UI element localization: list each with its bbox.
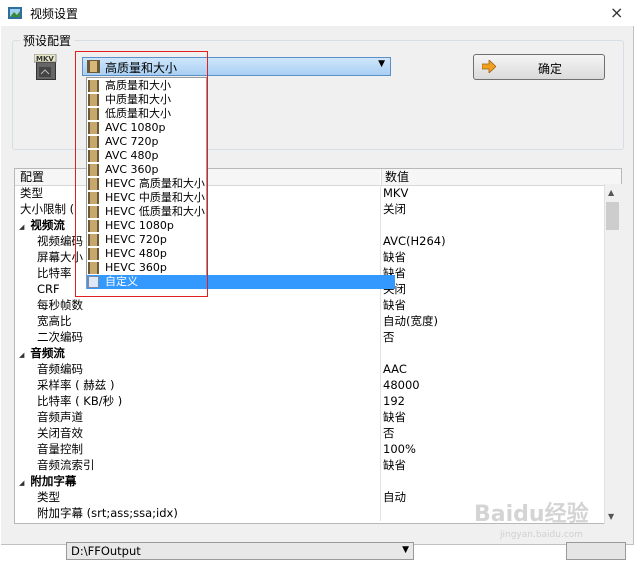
grid-row-value[interactable]: 关闭 — [383, 201, 406, 217]
grid-category-label: 视频流 — [30, 218, 65, 232]
grid-column-separator — [380, 185, 381, 201]
grid-row-value[interactable]: 100% — [383, 441, 416, 457]
grid-category-label: 附加字幕 — [30, 474, 77, 488]
grid-row-name: 附加字幕 (srt;ass;ssa;idx) — [37, 506, 178, 520]
arrow-right-icon — [481, 59, 497, 74]
scroll-up-icon[interactable]: ▲ — [608, 188, 614, 197]
grid-row-name: 音频编码 — [37, 362, 83, 376]
grid-row-name: 比特率 ( KB/秒 ) — [37, 394, 123, 408]
grid-row-name: 音频流索引 — [37, 458, 95, 472]
grid-row[interactable]: 宽高比 自动(宽度) — [15, 313, 605, 329]
grid-column-separator — [380, 329, 381, 345]
mkv-icon-label: MKV — [36, 55, 54, 63]
grid-row[interactable]: 采样率 ( 赫兹 ) 48000 — [15, 377, 605, 393]
grid-category-row[interactable]: ◢ 音频流 — [15, 345, 605, 361]
grid-column-separator — [380, 505, 381, 521]
column-header-value[interactable]: 数值 — [381, 169, 621, 186]
grid-column-separator — [380, 473, 381, 489]
grid-row-value[interactable]: 缺省 — [383, 409, 406, 425]
grid-row-value[interactable]: 自动 — [383, 489, 406, 505]
grid-row-name: 大小限制 ( — [20, 202, 75, 216]
grid-row[interactable]: 二次编码 否 — [15, 329, 605, 345]
grid-column-separator — [380, 457, 381, 473]
grid-row-value[interactable]: 48000 — [383, 377, 420, 393]
grid-column-separator — [380, 249, 381, 265]
chevron-down-icon: ▼ — [402, 545, 409, 555]
grid-row[interactable]: 音频编码 AAC — [15, 361, 605, 377]
grid-category-label: 音频流 — [30, 346, 65, 360]
grid-row-value[interactable]: 缺省 — [383, 249, 406, 265]
grid-row-name: 音量控制 — [37, 442, 83, 456]
title-bar — [0, 0, 635, 26]
grid-category-row[interactable]: ◢ 附加字幕 — [15, 473, 605, 489]
grid-row[interactable]: 音频流索引 缺省 — [15, 457, 605, 473]
grid-row-name: 比特率 — [37, 266, 72, 280]
grid-row-name: 宽高比 — [37, 314, 72, 328]
grid-row[interactable]: 每秒帧数 缺省 — [15, 297, 605, 313]
watermark-text: Baidu经验 — [474, 501, 589, 527]
annotation-highlight-box — [75, 51, 208, 297]
grid-row-value[interactable]: MKV — [383, 185, 408, 201]
grid-column-separator — [380, 345, 381, 361]
grid-row[interactable]: 比特率 ( KB/秒 ) 192 — [15, 393, 605, 409]
grid-column-separator — [380, 441, 381, 457]
grid-row-name: CRF — [37, 282, 60, 296]
chevron-down-icon: ▼ — [378, 59, 385, 69]
collapse-triangle-icon[interactable]: ◢ — [19, 351, 24, 359]
grid-column-separator — [380, 313, 381, 329]
scrollbar-thumb[interactable] — [606, 202, 619, 230]
grid-column-separator — [380, 393, 381, 409]
grid-row-name: 每秒帧数 — [37, 298, 83, 312]
grid-row-name: 类型 — [37, 490, 60, 504]
grid-column-separator — [380, 377, 381, 393]
grid-row-name: 采样率 ( 赫兹 ) — [37, 378, 115, 392]
collapse-triangle-icon[interactable]: ◢ — [19, 223, 24, 231]
column-header-name-label: 配置 — [20, 170, 45, 184]
grid-row-value[interactable]: 缺省 — [383, 457, 406, 473]
grid-row[interactable]: 音量控制 100% — [15, 441, 605, 457]
grid-column-separator — [380, 425, 381, 441]
close-icon[interactable]: × — [610, 3, 623, 22]
output-folder-value: D:\FFOutput — [71, 544, 141, 558]
grid-row-name: 类型 — [20, 186, 43, 200]
grid-column-separator — [380, 233, 381, 249]
grid-column-separator — [380, 361, 381, 377]
grid-row-value[interactable]: 否 — [383, 425, 395, 441]
grid-column-separator — [380, 217, 381, 233]
ok-button-label: 确定 — [538, 62, 563, 76]
collapse-triangle-icon[interactable]: ◢ — [19, 479, 24, 487]
grid-row-value[interactable]: 否 — [383, 329, 395, 345]
preset-group-label: 预设配置 — [20, 32, 75, 49]
ok-button[interactable]: 确定 — [473, 54, 605, 80]
mkv-format-icon: MKV — [33, 53, 60, 82]
grid-column-separator — [380, 201, 381, 217]
browse-button[interactable] — [566, 542, 626, 560]
app-icon — [7, 5, 23, 21]
window-title: 视频设置 — [30, 7, 79, 21]
grid-column-separator — [380, 409, 381, 425]
grid-row-name: 关闭音效 — [37, 426, 83, 440]
grid-row-name: 音频声道 — [37, 410, 83, 424]
grid-row-value[interactable]: 192 — [383, 393, 405, 409]
grid-column-separator — [380, 297, 381, 313]
column-header-value-label: 数值 — [385, 170, 410, 184]
baidu-watermark: Baidu经验 jingyan.baidu.com — [470, 495, 630, 541]
grid-row[interactable]: 音频声道 缺省 — [15, 409, 605, 425]
output-folder-select[interactable]: D:\FFOutput ▼ — [66, 542, 414, 560]
watermark-subtext: jingyan.baidu.com — [499, 530, 583, 540]
grid-row-value[interactable]: 自动(宽度) — [383, 313, 438, 329]
grid-row-name: 二次编码 — [37, 330, 83, 344]
grid-row-value[interactable]: 缺省 — [383, 297, 406, 313]
grid-column-separator — [380, 489, 381, 505]
vertical-scrollbar[interactable] — [604, 184, 622, 524]
grid-row-value[interactable]: AAC — [383, 361, 407, 377]
grid-row[interactable]: 关闭音效 否 — [15, 425, 605, 441]
grid-row-value[interactable]: AVC(H264) — [383, 233, 446, 249]
